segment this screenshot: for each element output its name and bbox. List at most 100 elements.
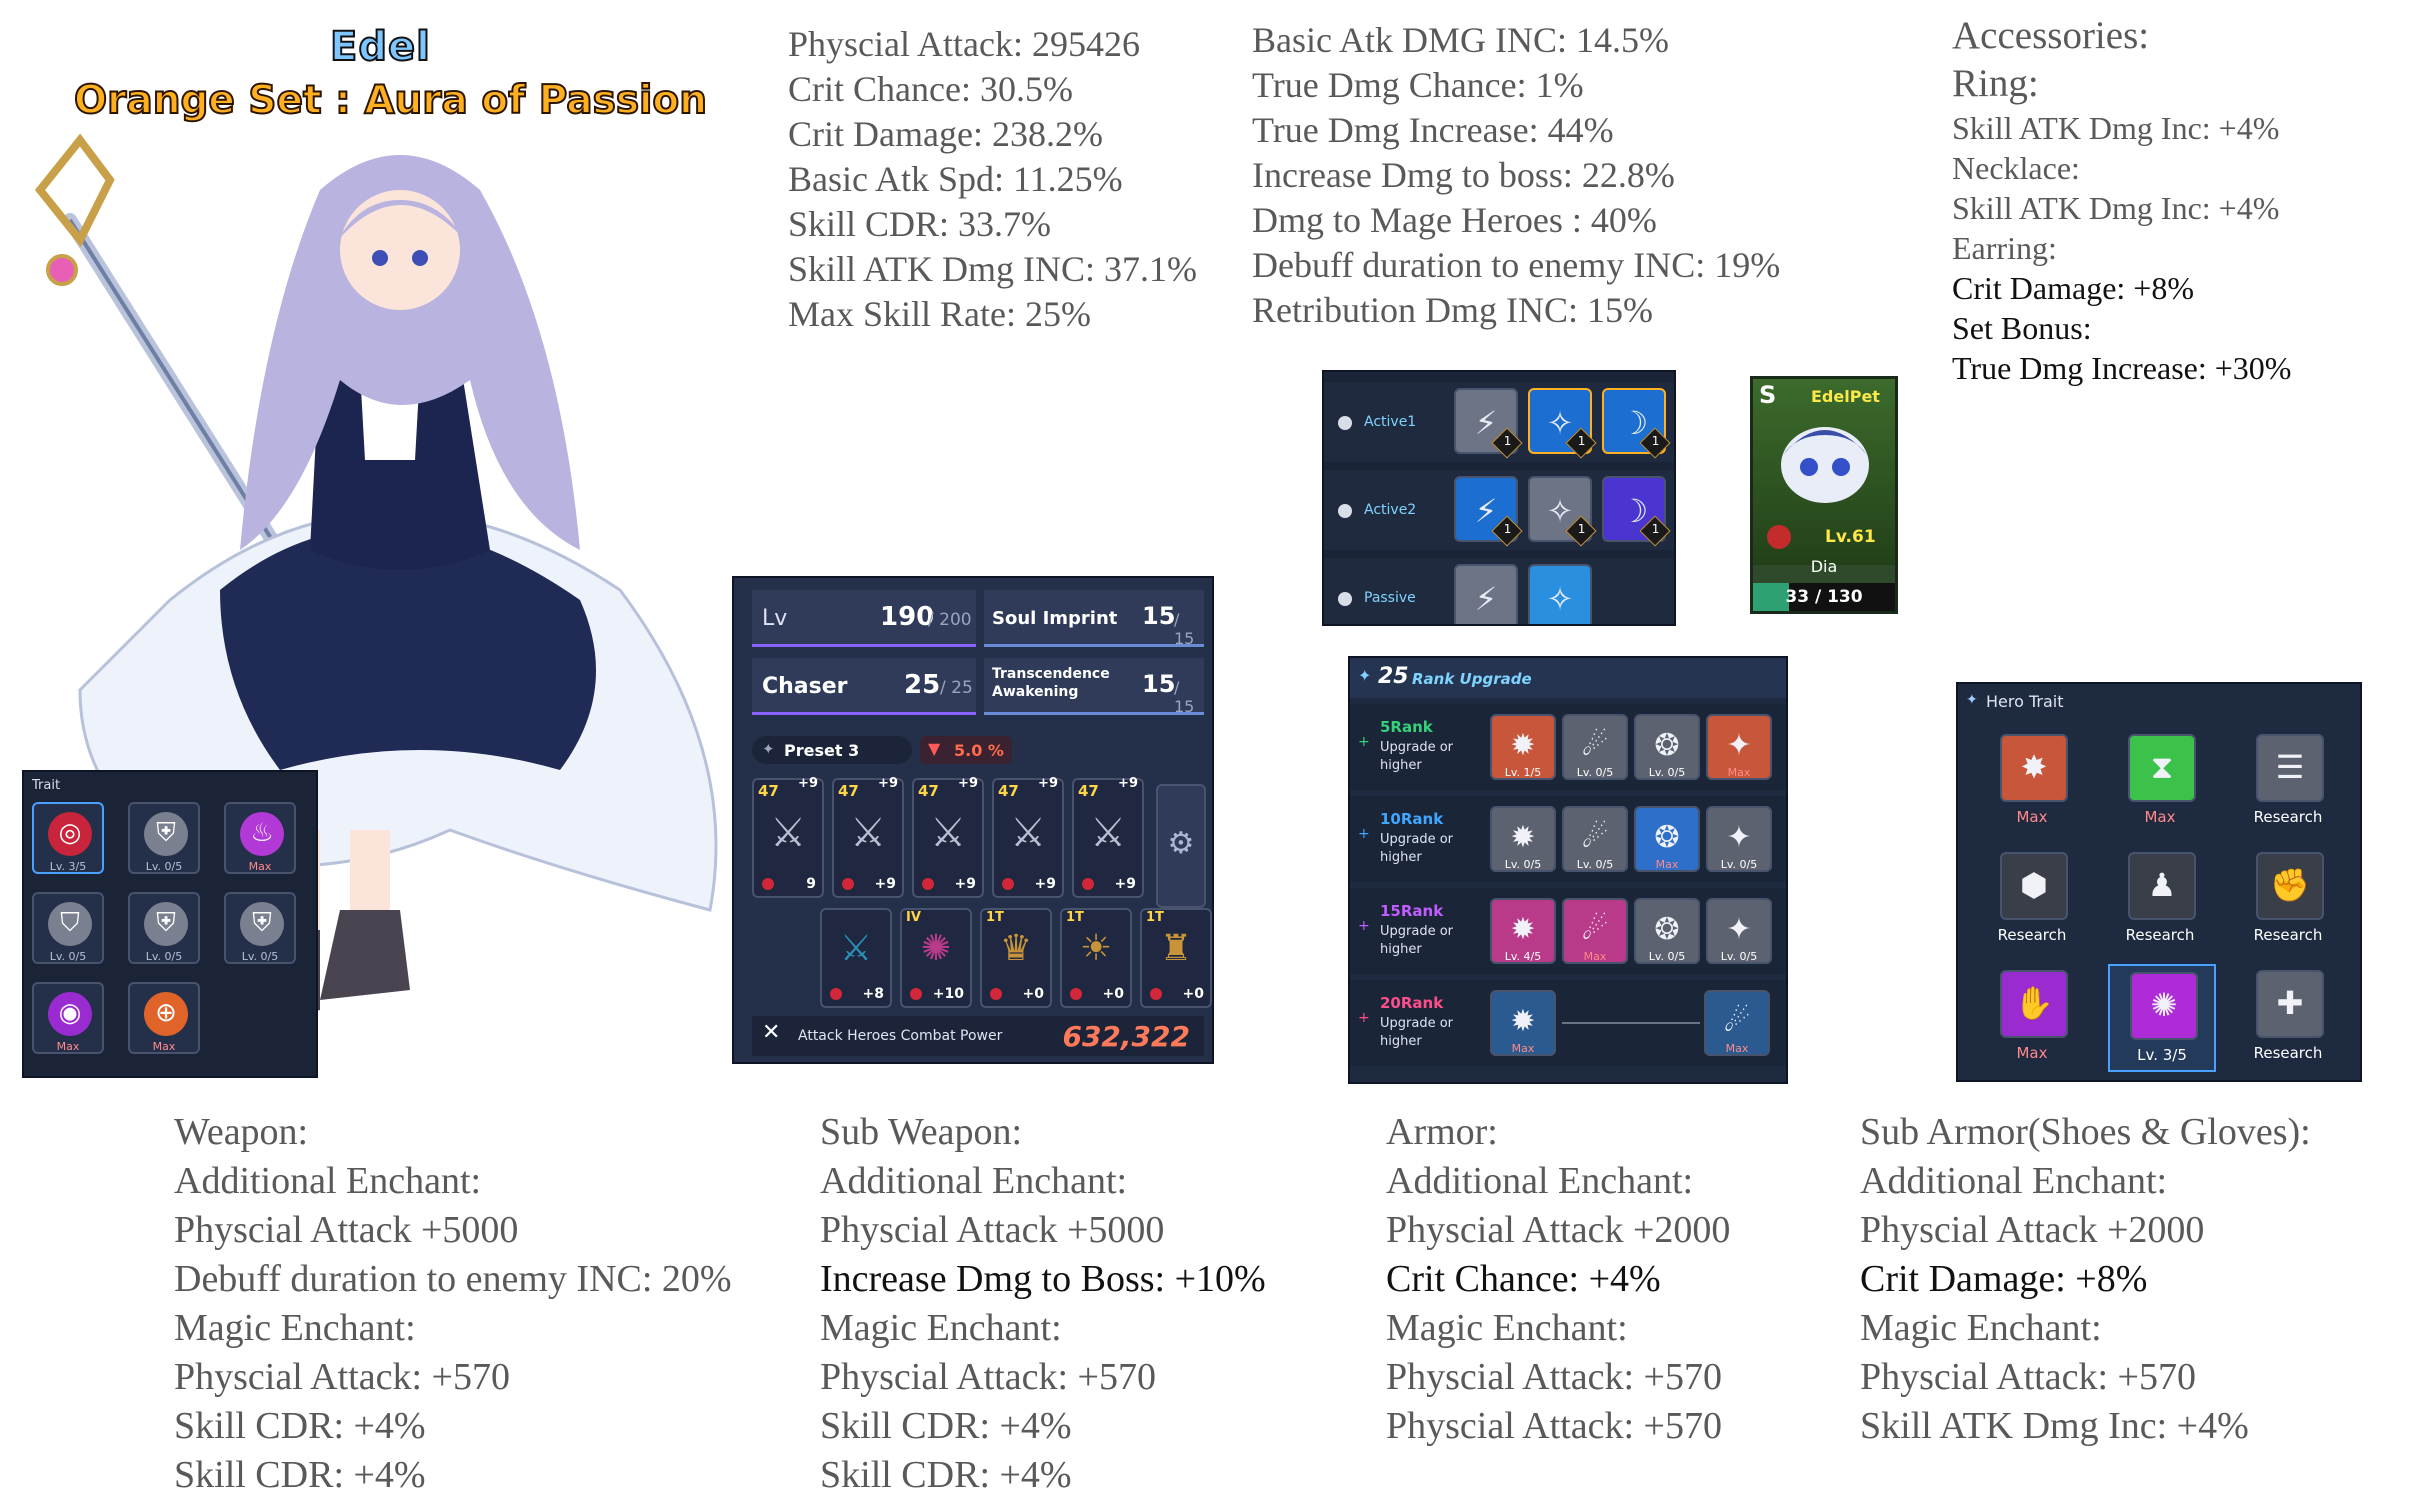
accessory-icon: ✺: [920, 928, 952, 969]
gear-level: 47: [758, 782, 779, 800]
rank-skill-slot[interactable]: ☄ Max: [1704, 990, 1770, 1056]
hero-trait-cell[interactable]: ✸ Max: [1980, 728, 2084, 832]
rank-skill-slot[interactable]: ☄ Lv. 0/5: [1562, 714, 1628, 780]
hero-trait-icon: ✚: [2256, 970, 2324, 1038]
hero-trait-cell[interactable]: ♟ Research: [2108, 846, 2212, 950]
trait-slot[interactable]: ⛨ Lv. 0/5: [224, 892, 296, 964]
rank-skill-slot[interactable]: ✹ Lv. 4/5: [1490, 898, 1556, 964]
hero-trait-cell[interactable]: ✊ Research: [2236, 846, 2340, 950]
trait-level: Max: [248, 860, 272, 873]
sub-armor-block: Sub Armor(Shoes & Gloves): Additional En…: [1860, 1108, 2311, 1451]
rank-skill-slot[interactable]: ✦ Lv. 0/5: [1706, 898, 1772, 964]
trait-panel: Trait ◎ Lv. 3/5 ⛨ Lv. 0/5 ♨ Max ⛉ Lv. 0/5 ⛨ Lv. 0…: [22, 770, 318, 1078]
rank-skill-level: Lv. 0/5: [1648, 766, 1686, 779]
skill-slot[interactable]: ✧ 1: [1528, 476, 1597, 547]
gear-rune-icon: [842, 878, 854, 890]
gear-slot[interactable]: 47 +9 ⚔ +9: [1072, 776, 1144, 898]
rank-skill-slot[interactable]: ☄ Max: [1562, 898, 1628, 964]
skill-slot[interactable]: ⚡ 1: [1454, 388, 1523, 459]
hero-trait-cell[interactable]: ✋ Max: [1980, 964, 2084, 1068]
accessory-slot[interactable]: 1T ♛ +0: [980, 908, 1052, 1008]
preset-selector[interactable]: ✦ Preset 3: [752, 736, 912, 764]
stat-line: Skill ATK Dmg INC: 37.1%: [788, 249, 1198, 289]
accessory-slot[interactable]: 1T ☀ +0: [1060, 908, 1132, 1008]
rank-skill-slot[interactable]: ❂ Max: [1634, 806, 1700, 872]
gear-rune-icon: [762, 878, 774, 890]
trait-slot[interactable]: ◉ Max: [32, 982, 104, 1054]
trait-slot[interactable]: ⛨ Lv. 0/5: [128, 892, 200, 964]
rank-skill-level: Lv. 1/5: [1504, 766, 1542, 779]
gear-weapon-icon: ⚔: [1090, 810, 1126, 856]
accessory-slot[interactable]: IV ✺ +10: [900, 908, 972, 1008]
pet-currency: Dia: [1810, 557, 1838, 576]
trait-slot[interactable]: ⊕ Max: [128, 982, 200, 1054]
gear-weapon-icon: ⚔: [1010, 810, 1046, 856]
gear-upgrade: +9: [1038, 776, 1058, 791]
gear-level: 47: [998, 782, 1019, 800]
rank-skill-slot[interactable]: ❂ Lv. 0/5: [1634, 714, 1700, 780]
trait-slot[interactable]: ◎ Lv. 3/5: [32, 802, 104, 874]
skill-row: Active1 ⚡ 1 ✧ 1 ☽ 1: [1324, 382, 1674, 462]
equip-line: Physcial Attack +2000: [1860, 1209, 2205, 1251]
skill-slot[interactable]: ✧: [1528, 564, 1592, 624]
radio-dot-icon[interactable]: [1338, 416, 1352, 430]
soul-imprint-max: / 15: [1174, 610, 1195, 648]
equip-line: Physcial Attack: +570: [1386, 1356, 1722, 1398]
rank-row: +20Rank Upgrade or higher ✹ Max ☄ Max: [1350, 980, 1786, 1066]
rank-skill-slot[interactable]: ✹ Max: [1490, 990, 1556, 1056]
rank-skill-slot[interactable]: ❂ Lv. 0/5: [1634, 898, 1700, 964]
equip-line: Skill CDR: +4%: [174, 1454, 426, 1496]
skill-slot[interactable]: ⚡: [1454, 564, 1518, 624]
rank-skill-icon: ✹: [1510, 1004, 1536, 1039]
hero-trait-cell[interactable]: ✺ Lv. 3/5: [2108, 964, 2216, 1072]
radio-dot-icon[interactable]: [1338, 592, 1352, 606]
gear-slot[interactable]: 47 +9 ⚔ 9: [752, 776, 824, 898]
hero-trait-level: Research: [2125, 926, 2195, 944]
accessory-rune-icon: [990, 988, 1002, 1000]
trait-slot[interactable]: ♨ Max: [224, 802, 296, 874]
rank-skill-icon: ✹: [1510, 728, 1536, 763]
rank-skill-slot[interactable]: ✦ Lv. 0/5: [1706, 806, 1772, 872]
accessory-slot[interactable]: ⚔ +8: [820, 908, 892, 1008]
transcendence-max: / 15: [1174, 678, 1195, 716]
hero-trait-panel: ✦ Hero Trait ✸ Max ⧗ Max ☰ Research ⬢ Research ♟…: [1956, 682, 2362, 1082]
skill-slot[interactable]: ✧ 1: [1528, 388, 1597, 459]
equip-line: Magic Enchant:: [174, 1307, 416, 1349]
stat-line: True Dmg Chance: 1%: [1252, 65, 1584, 105]
trait-glyph: ◉: [58, 998, 82, 1028]
pet-level: Lv.61: [1825, 527, 1876, 547]
rank-upgrade-title: Rank Upgrade: [1412, 670, 1532, 688]
rank-skill-slot[interactable]: ☄ Lv. 0/5: [1562, 806, 1628, 872]
hero-trait-cell[interactable]: ⬢ Research: [1980, 846, 2084, 950]
rank-skill-slot[interactable]: ✹ Lv. 0/5: [1490, 806, 1556, 872]
rank-skill-slot[interactable]: ✹ Lv. 1/5: [1490, 714, 1556, 780]
rank-skill-slot[interactable]: ✦ Max: [1706, 714, 1772, 780]
rank-upgrade-header: ✦ 25 Rank Upgrade: [1350, 658, 1786, 698]
gear-slot[interactable]: 47 +9 ⚔ +9: [912, 776, 984, 898]
hero-name: Edel: [329, 23, 431, 71]
hero-trait-level: Research: [1997, 926, 2067, 944]
hero-trait-cell[interactable]: ⧗ Max: [2108, 728, 2212, 832]
accessory-slot[interactable]: 1T ♜ +0: [1140, 908, 1212, 1008]
hero-trait-cell[interactable]: ✚ Research: [2236, 964, 2340, 1068]
trait-level: Lv. 0/5: [241, 950, 279, 963]
skill-slot[interactable]: ☽ 1: [1602, 476, 1671, 547]
equip-line: Crit Chance: +4%: [1386, 1258, 1661, 1300]
accessory-icon: ☀: [1079, 928, 1113, 969]
pet-card[interactable]: S EdelPet Lv.61 Dia 33 / 130: [1750, 376, 1898, 614]
gear-slot[interactable]: 47 +9 ⚔ +9: [832, 776, 904, 898]
trait-slot[interactable]: ⛨ Lv. 0/5: [128, 802, 200, 874]
hero-trait-cell[interactable]: ☰ Research: [2236, 728, 2340, 832]
skill-slot[interactable]: ⚡ 1: [1454, 476, 1523, 547]
skill-row-label: Active1: [1364, 414, 1417, 430]
skill-slot[interactable]: ☽ 1: [1602, 388, 1671, 459]
pet-progress-bar: 33 / 130: [1753, 583, 1895, 611]
rank-row: +10Rank Upgrade or higher ✹ Lv. 0/5 ☄ Lv. 0/5 ❂…: [1350, 796, 1786, 882]
pet-progress-text: 33 / 130: [1785, 587, 1863, 607]
rank-skill-icon: ✦: [1726, 912, 1752, 947]
gear-settings-button[interactable]: ⚙: [1156, 784, 1206, 908]
gear-slot[interactable]: 47 +9 ⚔ +9: [992, 776, 1064, 898]
radio-dot-icon[interactable]: [1338, 504, 1352, 518]
accessory-rune-icon: [1070, 988, 1082, 1000]
trait-slot[interactable]: ⛉ Lv. 0/5: [32, 892, 104, 964]
